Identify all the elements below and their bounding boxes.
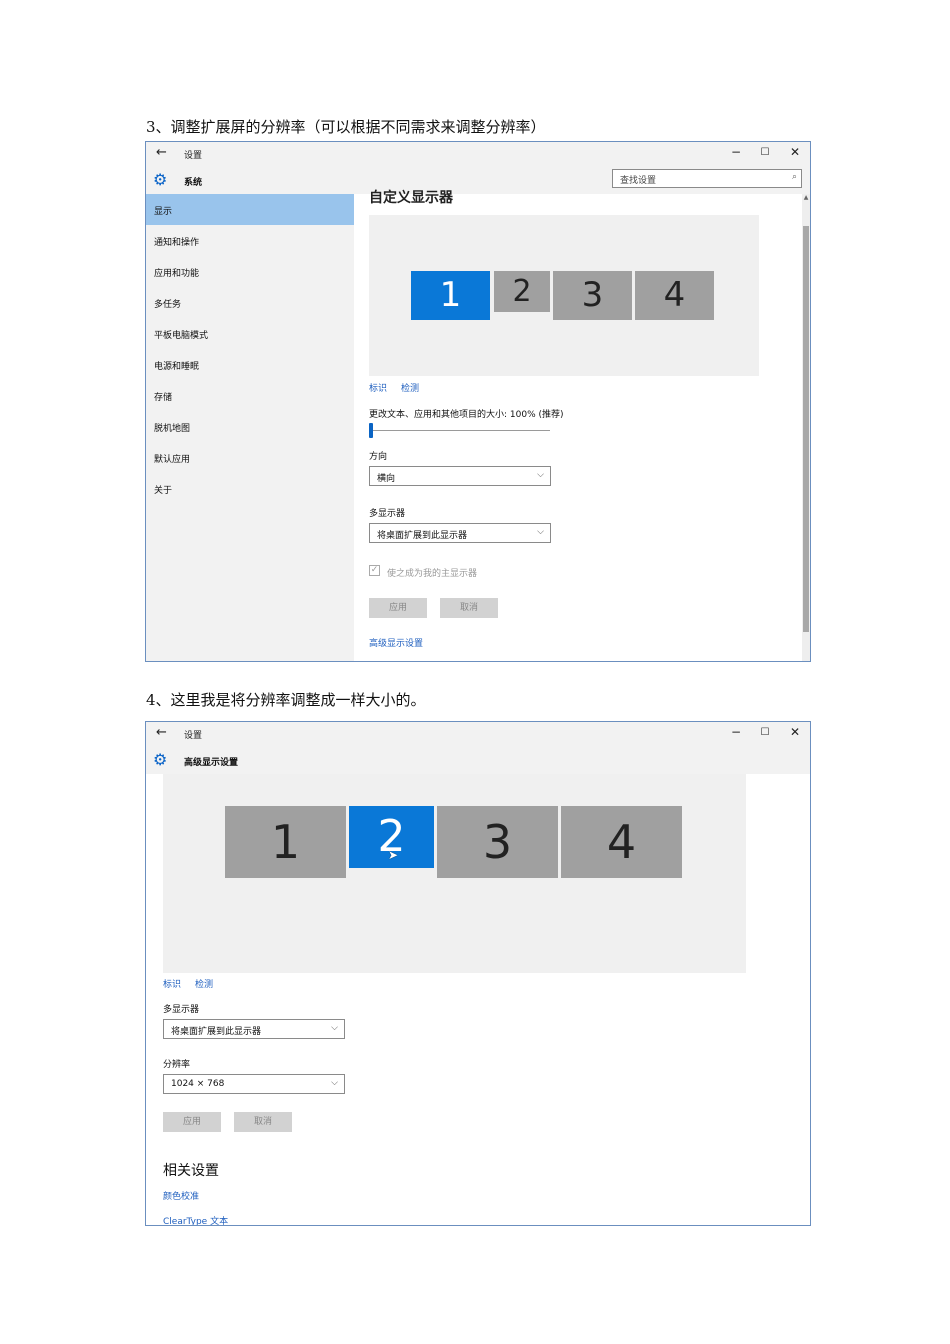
- sidebar-item-offline-maps[interactable]: 脱机地图: [146, 411, 354, 442]
- settings-window-display: ← 设置 − ☐ ✕ ⚙ 系统 查找设置 ⌕ 显示 通知和操作 应用和功能 多任…: [145, 141, 811, 662]
- resolution-label: 分辨率: [163, 1060, 191, 1070]
- orientation-label: 方向: [369, 452, 388, 462]
- scale-slider-track[interactable]: [369, 430, 550, 431]
- resolution-dropdown[interactable]: 1024 × 768 ⌵: [163, 1074, 345, 1094]
- scrollbar[interactable]: ▲: [802, 194, 810, 661]
- sidebar-item-label: 电源和睡眠: [154, 362, 200, 372]
- sidebar-item-label: 脱机地图: [154, 424, 191, 434]
- multi-display-dropdown[interactable]: 将桌面扩展到此显示器 ⌵: [369, 523, 551, 543]
- chevron-down-icon: ⌵: [537, 527, 544, 537]
- multi-display-label: 多显示器: [369, 509, 406, 519]
- detect-link[interactable]: 检测: [401, 381, 419, 394]
- sidebar-item-notifications[interactable]: 通知和操作: [146, 225, 354, 256]
- search-input[interactable]: 查找设置 ⌕: [612, 169, 802, 188]
- display-preview: 1 2 3 4: [369, 215, 759, 376]
- cancel-button[interactable]: 取消: [234, 1112, 292, 1132]
- back-arrow-icon[interactable]: ←: [156, 145, 167, 160]
- monitor-tile-3[interactable]: 3: [437, 806, 558, 878]
- orientation-value: 横向: [377, 474, 396, 484]
- page-title: 高级显示设置: [184, 758, 239, 768]
- detect-link[interactable]: 检测: [195, 977, 213, 990]
- sidebar-item-label: 关于: [154, 486, 173, 496]
- sidebar-item-label: 显示: [154, 207, 173, 217]
- chevron-down-icon: ⌵: [331, 1078, 338, 1088]
- multi-display-value: 将桌面扩展到此显示器: [171, 1027, 262, 1037]
- scroll-up-icon[interactable]: ▲: [802, 194, 810, 201]
- minimize-icon[interactable]: −: [726, 145, 746, 159]
- scale-label: 更改文本、应用和其他项目的大小: 100% (推荐): [369, 410, 564, 420]
- maximize-icon[interactable]: ☐: [755, 147, 775, 158]
- title-bar: ← 设置 − ☐ ✕: [146, 142, 810, 168]
- main-content: 自定义显示器 1 2 3 4 标识 检测 更改文本、应用和其他项目的大小: 10…: [354, 190, 810, 661]
- monitor-tile-1[interactable]: 1: [411, 271, 490, 320]
- identify-link[interactable]: 标识: [369, 381, 387, 394]
- main-display-checkbox[interactable]: ✓: [369, 565, 380, 576]
- section-heading: 自定义显示器: [369, 190, 453, 206]
- back-arrow-icon[interactable]: ←: [156, 725, 167, 740]
- sidebar-item-label: 平板电脑模式: [154, 331, 209, 341]
- advanced-display-settings-link[interactable]: 高级显示设置: [369, 636, 423, 649]
- minimize-icon[interactable]: −: [726, 725, 746, 739]
- check-icon: ✓: [370, 565, 379, 575]
- close-icon[interactable]: ✕: [785, 725, 805, 739]
- color-calibration-link[interactable]: 颜色校准: [163, 1189, 199, 1202]
- gear-icon: ⚙: [153, 750, 168, 769]
- apply-button[interactable]: 应用: [369, 598, 427, 618]
- monitor-tile-2[interactable]: 2: [494, 271, 550, 312]
- sidebar-item-label: 多任务: [154, 300, 182, 310]
- sidebar: 显示 通知和操作 应用和功能 多任务 平板电脑模式 电源和睡眠 存储 脱机地图 …: [146, 194, 354, 661]
- gear-icon: ⚙: [153, 170, 168, 189]
- scroll-thumb[interactable]: [803, 226, 809, 632]
- multi-display-dropdown[interactable]: 将桌面扩展到此显示器 ⌵: [163, 1019, 345, 1039]
- monitor-tile-1[interactable]: 1: [225, 806, 346, 878]
- scale-slider-thumb[interactable]: [369, 423, 373, 438]
- settings-window-advanced-display: ← 设置 − ☐ ✕ ⚙ 高级显示设置 1 2 3 4 标识 检测 多显示器 将…: [145, 721, 811, 1226]
- header-bar: ⚙ 高级显示设置: [146, 748, 810, 774]
- header-bar: ⚙ 系统 查找设置 ⌕: [146, 168, 810, 194]
- related-settings-title: 相关设置: [163, 1163, 219, 1179]
- sidebar-item-tablet-mode[interactable]: 平板电脑模式: [146, 318, 354, 349]
- sidebar-item-label: 应用和功能: [154, 269, 200, 279]
- maximize-icon[interactable]: ☐: [755, 727, 775, 738]
- sidebar-item-power-sleep[interactable]: 电源和睡眠: [146, 349, 354, 380]
- step4-caption: 4、这里我是将分辨率调整成一样大小的。: [146, 691, 426, 709]
- title-bar: ← 设置 − ☐ ✕: [146, 722, 810, 748]
- monitor-tile-4[interactable]: 4: [561, 806, 682, 878]
- mouse-cursor-icon: ➤: [388, 848, 399, 862]
- sidebar-item-display[interactable]: 显示: [146, 194, 354, 225]
- monitor-tile-4[interactable]: 4: [635, 271, 714, 320]
- sidebar-item-multitasking[interactable]: 多任务: [146, 287, 354, 318]
- multi-display-label: 多显示器: [163, 1005, 200, 1015]
- search-placeholder: 查找设置: [620, 176, 657, 186]
- sidebar-item-label: 存储: [154, 393, 173, 403]
- sidebar-item-about[interactable]: 关于: [146, 473, 354, 504]
- step3-caption: 3、调整扩展屏的分辨率（可以根据不同需求来调整分辨率）: [146, 118, 546, 136]
- monitor-tile-3[interactable]: 3: [553, 271, 632, 320]
- display-preview: 1 2 3 4: [163, 774, 746, 973]
- cancel-button[interactable]: 取消: [440, 598, 498, 618]
- page-title: 系统: [184, 178, 203, 188]
- sidebar-item-default-apps[interactable]: 默认应用: [146, 442, 354, 473]
- sidebar-item-storage[interactable]: 存储: [146, 380, 354, 411]
- sidebar-item-apps[interactable]: 应用和功能: [146, 256, 354, 287]
- apply-button[interactable]: 应用: [163, 1112, 221, 1132]
- window-title: 设置: [184, 731, 203, 741]
- chevron-down-icon: ⌵: [331, 1023, 338, 1033]
- resolution-value: 1024 × 768: [171, 1079, 225, 1089]
- chevron-down-icon: ⌵: [537, 470, 544, 480]
- cleartype-link[interactable]: ClearType 文本: [163, 1214, 228, 1225]
- orientation-dropdown[interactable]: 横向 ⌵: [369, 466, 551, 486]
- main-display-checkbox-label: 使之成为我的主显示器: [387, 569, 478, 579]
- sidebar-item-label: 默认应用: [154, 455, 191, 465]
- sidebar-item-label: 通知和操作: [154, 238, 200, 248]
- search-icon: ⌕: [791, 172, 797, 182]
- identify-link[interactable]: 标识: [163, 977, 181, 990]
- multi-display-value: 将桌面扩展到此显示器: [377, 531, 468, 541]
- window-title: 设置: [184, 151, 203, 161]
- close-icon[interactable]: ✕: [785, 145, 805, 159]
